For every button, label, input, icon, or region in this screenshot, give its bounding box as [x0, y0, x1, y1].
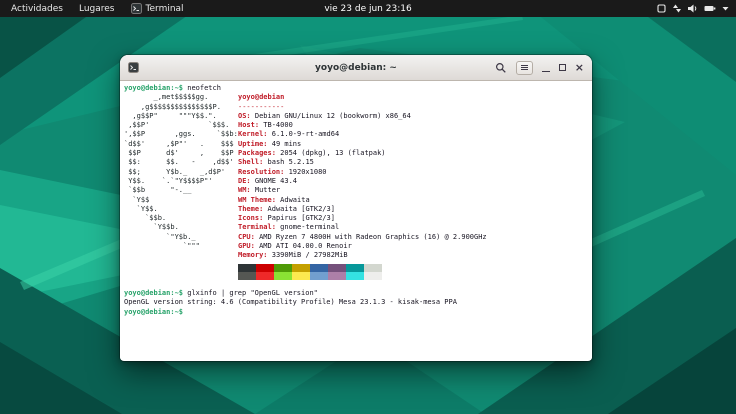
command-line-neofetch: yoyo@debian:~$ neofetch	[124, 84, 592, 93]
status-icon	[657, 4, 666, 13]
maximize-button[interactable]	[559, 64, 566, 71]
neofetch-info-line: Terminal: gnome-terminal	[238, 223, 592, 232]
neofetch-info-label: Icons:	[238, 214, 263, 222]
search-icon	[495, 62, 507, 74]
palette-swatch	[274, 272, 292, 280]
neofetch-info-label: Memory:	[238, 251, 268, 259]
volume-icon	[688, 4, 698, 13]
palette-swatch	[238, 272, 256, 280]
neofetch-info-label: GPU:	[238, 242, 255, 250]
terminal-content[interactable]: yoyo@debian:~$ neofetch _,met$$$$$gg. ,g…	[120, 81, 592, 360]
neofetch-info-line: DE: GNOME 43.4	[238, 177, 592, 186]
neofetch-info-label: Theme:	[238, 205, 263, 213]
terminal-icon	[131, 3, 142, 14]
palette-swatch	[256, 272, 274, 280]
neofetch-info-line: OS: Debian GNU/Linux 12 (bookworm) x86_6…	[238, 112, 592, 121]
command-line-current: yoyo@debian:~$	[124, 308, 592, 317]
neofetch-separator: -----------	[238, 103, 592, 112]
clock[interactable]: vie 23 de jun 23:16	[324, 4, 411, 14]
neofetch-info-label: WM:	[238, 186, 251, 194]
desktop: Actividades Lugares Terminal vie 23 de j…	[0, 0, 736, 414]
neofetch-output: _,met$$$$$gg. ,g$$$$$$$$$$$$$$$P. ,g$$P"…	[124, 93, 592, 279]
top-bar: Actividades Lugares Terminal vie 23 de j…	[0, 0, 736, 17]
palette-swatch	[364, 272, 382, 280]
close-button[interactable]: ×	[575, 64, 584, 72]
neofetch-info-line: Shell: bash 5.2.15	[238, 158, 592, 167]
neofetch-info-line: CPU: AMD Ryzen 7 4800H with Radeon Graph…	[238, 233, 592, 242]
neofetch-info-label: WM Theme:	[238, 196, 276, 204]
neofetch-info-label: Host:	[238, 121, 259, 129]
command-text: neofetch	[187, 84, 221, 92]
neofetch-title: yoyo@debian	[238, 93, 592, 102]
neofetch-info-label: OS:	[238, 112, 251, 120]
window-controls: ×	[495, 61, 584, 75]
network-icon	[672, 4, 682, 13]
neofetch-info-line: Theme: Adwaita [GTK2/3]	[238, 205, 592, 214]
neofetch-info-label: Terminal:	[238, 223, 276, 231]
shell-prompt: yoyo@debian:~$	[124, 84, 183, 92]
palette-swatch	[238, 264, 256, 272]
neofetch-info-label: CPU:	[238, 233, 255, 241]
color-palette	[238, 264, 592, 280]
neofetch-info-line: Memory: 3390MiB / 27982MiB	[238, 251, 592, 260]
neofetch-info-line: WM Theme: Adwaita	[238, 196, 592, 205]
glxinfo-output: OpenGL version string: 4.6 (Compatibilit…	[124, 298, 592, 307]
app-menu-label: Terminal	[146, 4, 184, 14]
command-line-glxinfo: yoyo@debian:~$ glxinfo | grep "OpenGL ve…	[124, 289, 592, 298]
terminal-window: yoyo@debian: ~ × yoyo@debian:~$ neofetch…	[120, 55, 592, 361]
neofetch-info-line: Icons: Papirus [GTK2/3]	[238, 214, 592, 223]
neofetch-info-line: WM: Mutter	[238, 186, 592, 195]
palette-swatch	[310, 272, 328, 280]
neofetch-info: yoyo@debian ----------- OS: Debian GNU/L…	[238, 93, 592, 279]
palette-swatch	[292, 272, 310, 280]
neofetch-info-label: Packages:	[238, 149, 276, 157]
palette-row	[238, 264, 592, 272]
maximize-icon	[559, 64, 566, 71]
topbar-left: Actividades Lugares Terminal	[0, 2, 191, 15]
palette-swatch	[328, 264, 346, 272]
palette-row	[238, 272, 592, 280]
search-button[interactable]	[495, 62, 507, 74]
neofetch-info-line: Host: TB-4000	[238, 121, 592, 130]
palette-swatch	[274, 264, 292, 272]
chevron-down-icon	[722, 6, 729, 11]
shell-prompt: yoyo@debian:~$	[124, 289, 183, 297]
palette-swatch	[364, 264, 382, 272]
headerbar[interactable]: yoyo@debian: ~ ×	[120, 55, 592, 81]
menu-button[interactable]	[516, 61, 533, 75]
activities-button[interactable]: Actividades	[4, 3, 70, 15]
palette-swatch	[310, 264, 328, 272]
blank-line	[124, 280, 592, 289]
neofetch-info-label: Resolution:	[238, 168, 284, 176]
neofetch-info-label: Kernel:	[238, 130, 268, 138]
command-text: glxinfo | grep "OpenGL version"	[187, 289, 318, 297]
neofetch-info-line: Kernel: 6.1.0-9-rt-amd64	[238, 130, 592, 139]
shell-prompt: yoyo@debian:~$	[124, 308, 183, 316]
palette-swatch	[346, 272, 364, 280]
neofetch-info-label: Shell:	[238, 158, 263, 166]
palette-swatch	[292, 264, 310, 272]
neofetch-info-line: GPU: AMD ATI 04.00.0 Renoir	[238, 242, 592, 251]
palette-swatch	[346, 264, 364, 272]
palette-swatch	[256, 264, 274, 272]
palette-swatch	[328, 272, 346, 280]
minimize-icon	[542, 64, 550, 72]
neofetch-info-label: Uptime:	[238, 140, 268, 148]
neofetch-info-lines: OS: Debian GNU/Linux 12 (bookworm) x86_6…	[238, 112, 592, 261]
neofetch-info-line: Uptime: 49 mins	[238, 140, 592, 149]
minimize-button[interactable]	[542, 64, 550, 72]
battery-icon	[704, 4, 716, 13]
neofetch-info-line: Packages: 2054 (dpkg), 13 (flatpak)	[238, 149, 592, 158]
hamburger-icon	[521, 65, 528, 70]
places-menu[interactable]: Lugares	[72, 3, 122, 15]
neofetch-ascii-logo: _,met$$$$$gg. ,g$$$$$$$$$$$$$$$P. ,g$$P"…	[124, 93, 238, 279]
neofetch-info-line: Resolution: 1920x1080	[238, 168, 592, 177]
neofetch-info-label: DE:	[238, 177, 251, 185]
app-menu-terminal[interactable]: Terminal	[124, 2, 191, 15]
system-status-area[interactable]	[657, 4, 736, 13]
terminal-app-icon	[128, 62, 139, 73]
